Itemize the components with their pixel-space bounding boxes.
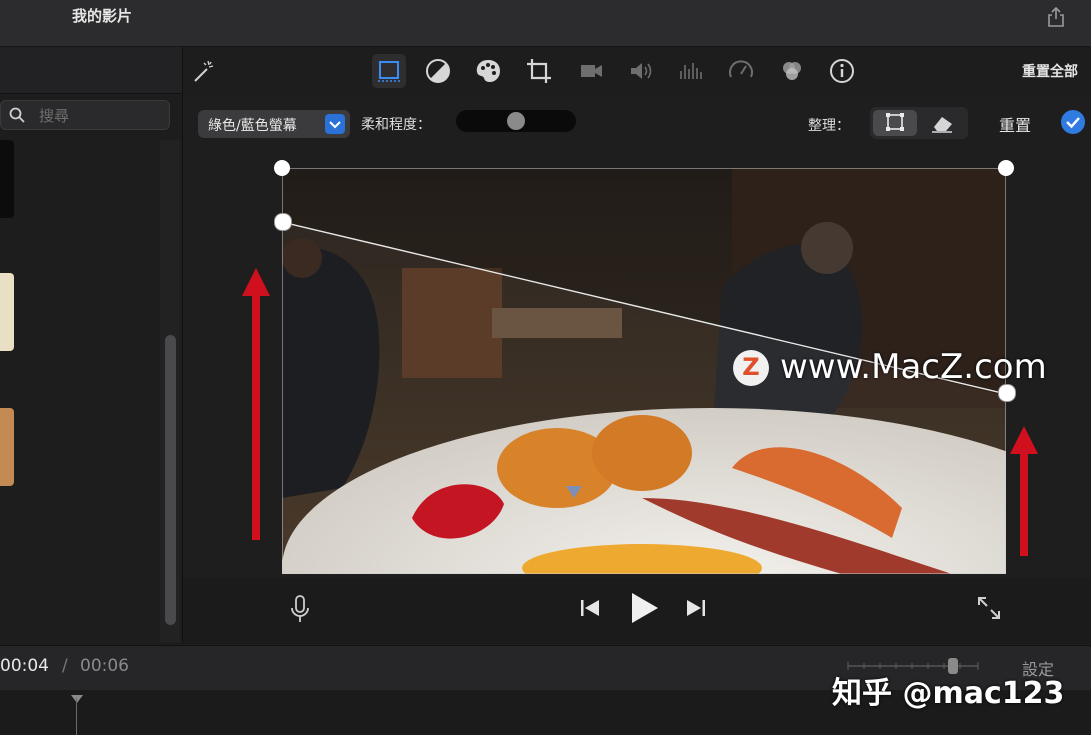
skip-forward-icon[interactable] (684, 596, 708, 620)
media-browser (0, 47, 183, 644)
scrollbar-thumb[interactable] (165, 335, 176, 625)
title-bar (0, 0, 1091, 47)
info-icon[interactable] (825, 54, 859, 88)
equalizer-icon[interactable] (674, 54, 708, 88)
reset-all-button[interactable]: 重置全部 (1022, 61, 1078, 81)
watermark-text: www.MacZ.com (780, 347, 1047, 387)
mask-handle-left[interactable] (274, 213, 292, 231)
search-field[interactable]: 搜尋 (0, 100, 170, 130)
cleanup-label: 整理： (808, 118, 850, 134)
volume-icon[interactable] (624, 54, 658, 88)
color-palette-icon[interactable] (471, 54, 505, 88)
media-thumbnail[interactable] (0, 140, 14, 218)
play-icon[interactable] (628, 591, 660, 625)
softness-slider[interactable] (456, 110, 576, 132)
search-placeholder: 搜尋 (39, 107, 70, 125)
fullscreen-icon[interactable] (976, 595, 1002, 621)
watermark-logo: Z (733, 350, 769, 386)
reset-button[interactable]: 重置 (999, 112, 1031, 136)
microphone-icon[interactable] (288, 594, 312, 624)
crop-icon[interactable] (522, 54, 556, 88)
crop-handle-top-left[interactable] (274, 160, 290, 176)
softness-slider-knob[interactable] (507, 112, 525, 130)
clip-mask-button[interactable] (873, 110, 917, 136)
stabilization-camera-icon[interactable] (574, 54, 608, 88)
current-time: 00:04 (0, 656, 49, 676)
softness-label: 柔和程度： (361, 117, 431, 133)
media-thumbnail[interactable] (0, 273, 14, 351)
eraser-button[interactable] (920, 110, 964, 136)
total-time: 00:06 (80, 656, 129, 676)
media-browser-header (0, 47, 182, 94)
filter-circles-icon[interactable] (775, 54, 809, 88)
project-title: 我的影片 (72, 7, 133, 25)
time-separator: / (62, 656, 68, 676)
apply-checkmark-icon[interactable] (1061, 110, 1085, 134)
cleanup-tool-group (870, 107, 968, 139)
share-icon[interactable] (1046, 6, 1066, 28)
skip-back-icon[interactable] (578, 596, 602, 620)
crop-handle-top-right[interactable] (998, 160, 1014, 176)
media-thumbnail[interactable] (0, 408, 14, 486)
arrow-up-right-annotation (1010, 426, 1038, 556)
keying-mode-select[interactable]: 綠色/藍色螢幕 (198, 110, 350, 138)
crop-frame-icon[interactable] (372, 54, 406, 88)
color-balance-icon[interactable] (421, 54, 455, 88)
keying-mode-value: 綠色/藍色螢幕 (208, 118, 297, 134)
playhead-marker[interactable] (70, 690, 84, 703)
magic-wand-icon[interactable] (186, 54, 220, 88)
arrow-up-left-annotation (242, 268, 270, 540)
chevron-down-icon (325, 114, 345, 134)
credit-watermark: 知乎 @mac123 (832, 676, 1065, 711)
playhead-line (76, 698, 77, 735)
speed-gauge-icon[interactable] (724, 54, 758, 88)
search-icon (9, 107, 25, 123)
